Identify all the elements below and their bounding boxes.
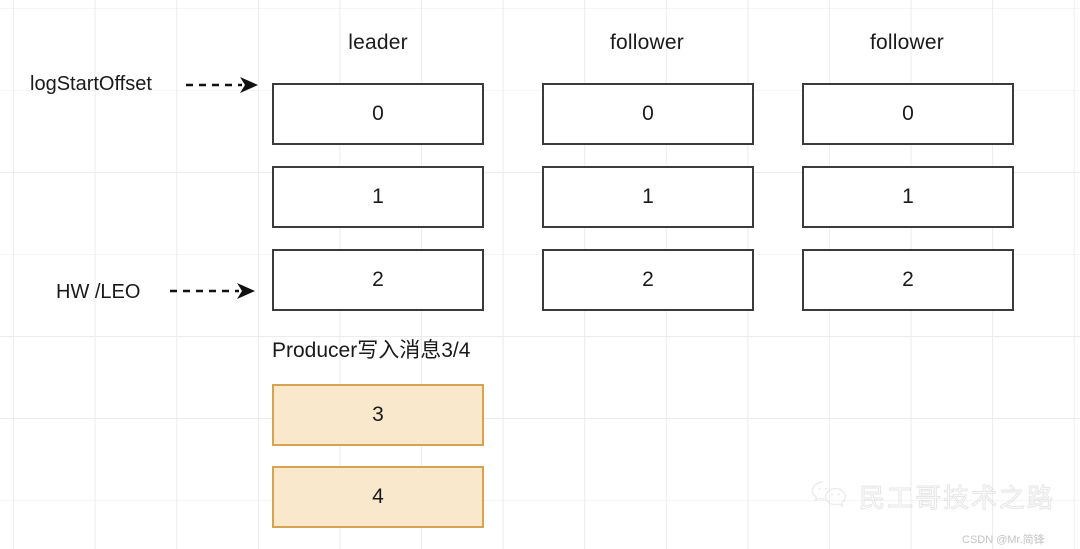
offset-box-leader-3: 3 bbox=[272, 384, 484, 446]
offset-box-follower-1-2: 2 bbox=[542, 249, 754, 311]
producer-caption: Producer写入消息3/4 bbox=[272, 339, 471, 362]
offset-box-follower-2-1: 1 bbox=[802, 166, 1014, 228]
offset-box-follower-2-2: 2 bbox=[802, 249, 1014, 311]
offset-box-leader-1: 1 bbox=[272, 166, 484, 228]
watermark-text: 民工哥技术之路 bbox=[858, 483, 1056, 514]
credit-text: CSDN @Mr.简锋 bbox=[962, 534, 1045, 546]
offset-box-leader-2: 2 bbox=[272, 249, 484, 311]
log-start-offset-arrow bbox=[186, 77, 258, 93]
column-header-1: follower bbox=[610, 31, 684, 54]
wechat-icon bbox=[810, 479, 850, 514]
offset-box-follower-2-0: 0 bbox=[802, 83, 1014, 145]
offset-box-leader-0: 0 bbox=[272, 83, 484, 145]
diagram-canvas: leader follower follower 01234012012 logSt… bbox=[0, 0, 1080, 549]
column-header-0: leader bbox=[348, 31, 408, 54]
offset-box-follower-1-0: 0 bbox=[542, 83, 754, 145]
log-start-offset-label: logStartOffset bbox=[30, 73, 152, 95]
hw-leo-arrow bbox=[170, 283, 255, 299]
offset-box-follower-1-1: 1 bbox=[542, 166, 754, 228]
offset-box-leader-4: 4 bbox=[272, 466, 484, 528]
column-header-2: follower bbox=[870, 31, 944, 54]
watermark: 民工哥技术之路 bbox=[810, 478, 1055, 515]
hw-leo-label: HW /LEO bbox=[56, 281, 141, 303]
